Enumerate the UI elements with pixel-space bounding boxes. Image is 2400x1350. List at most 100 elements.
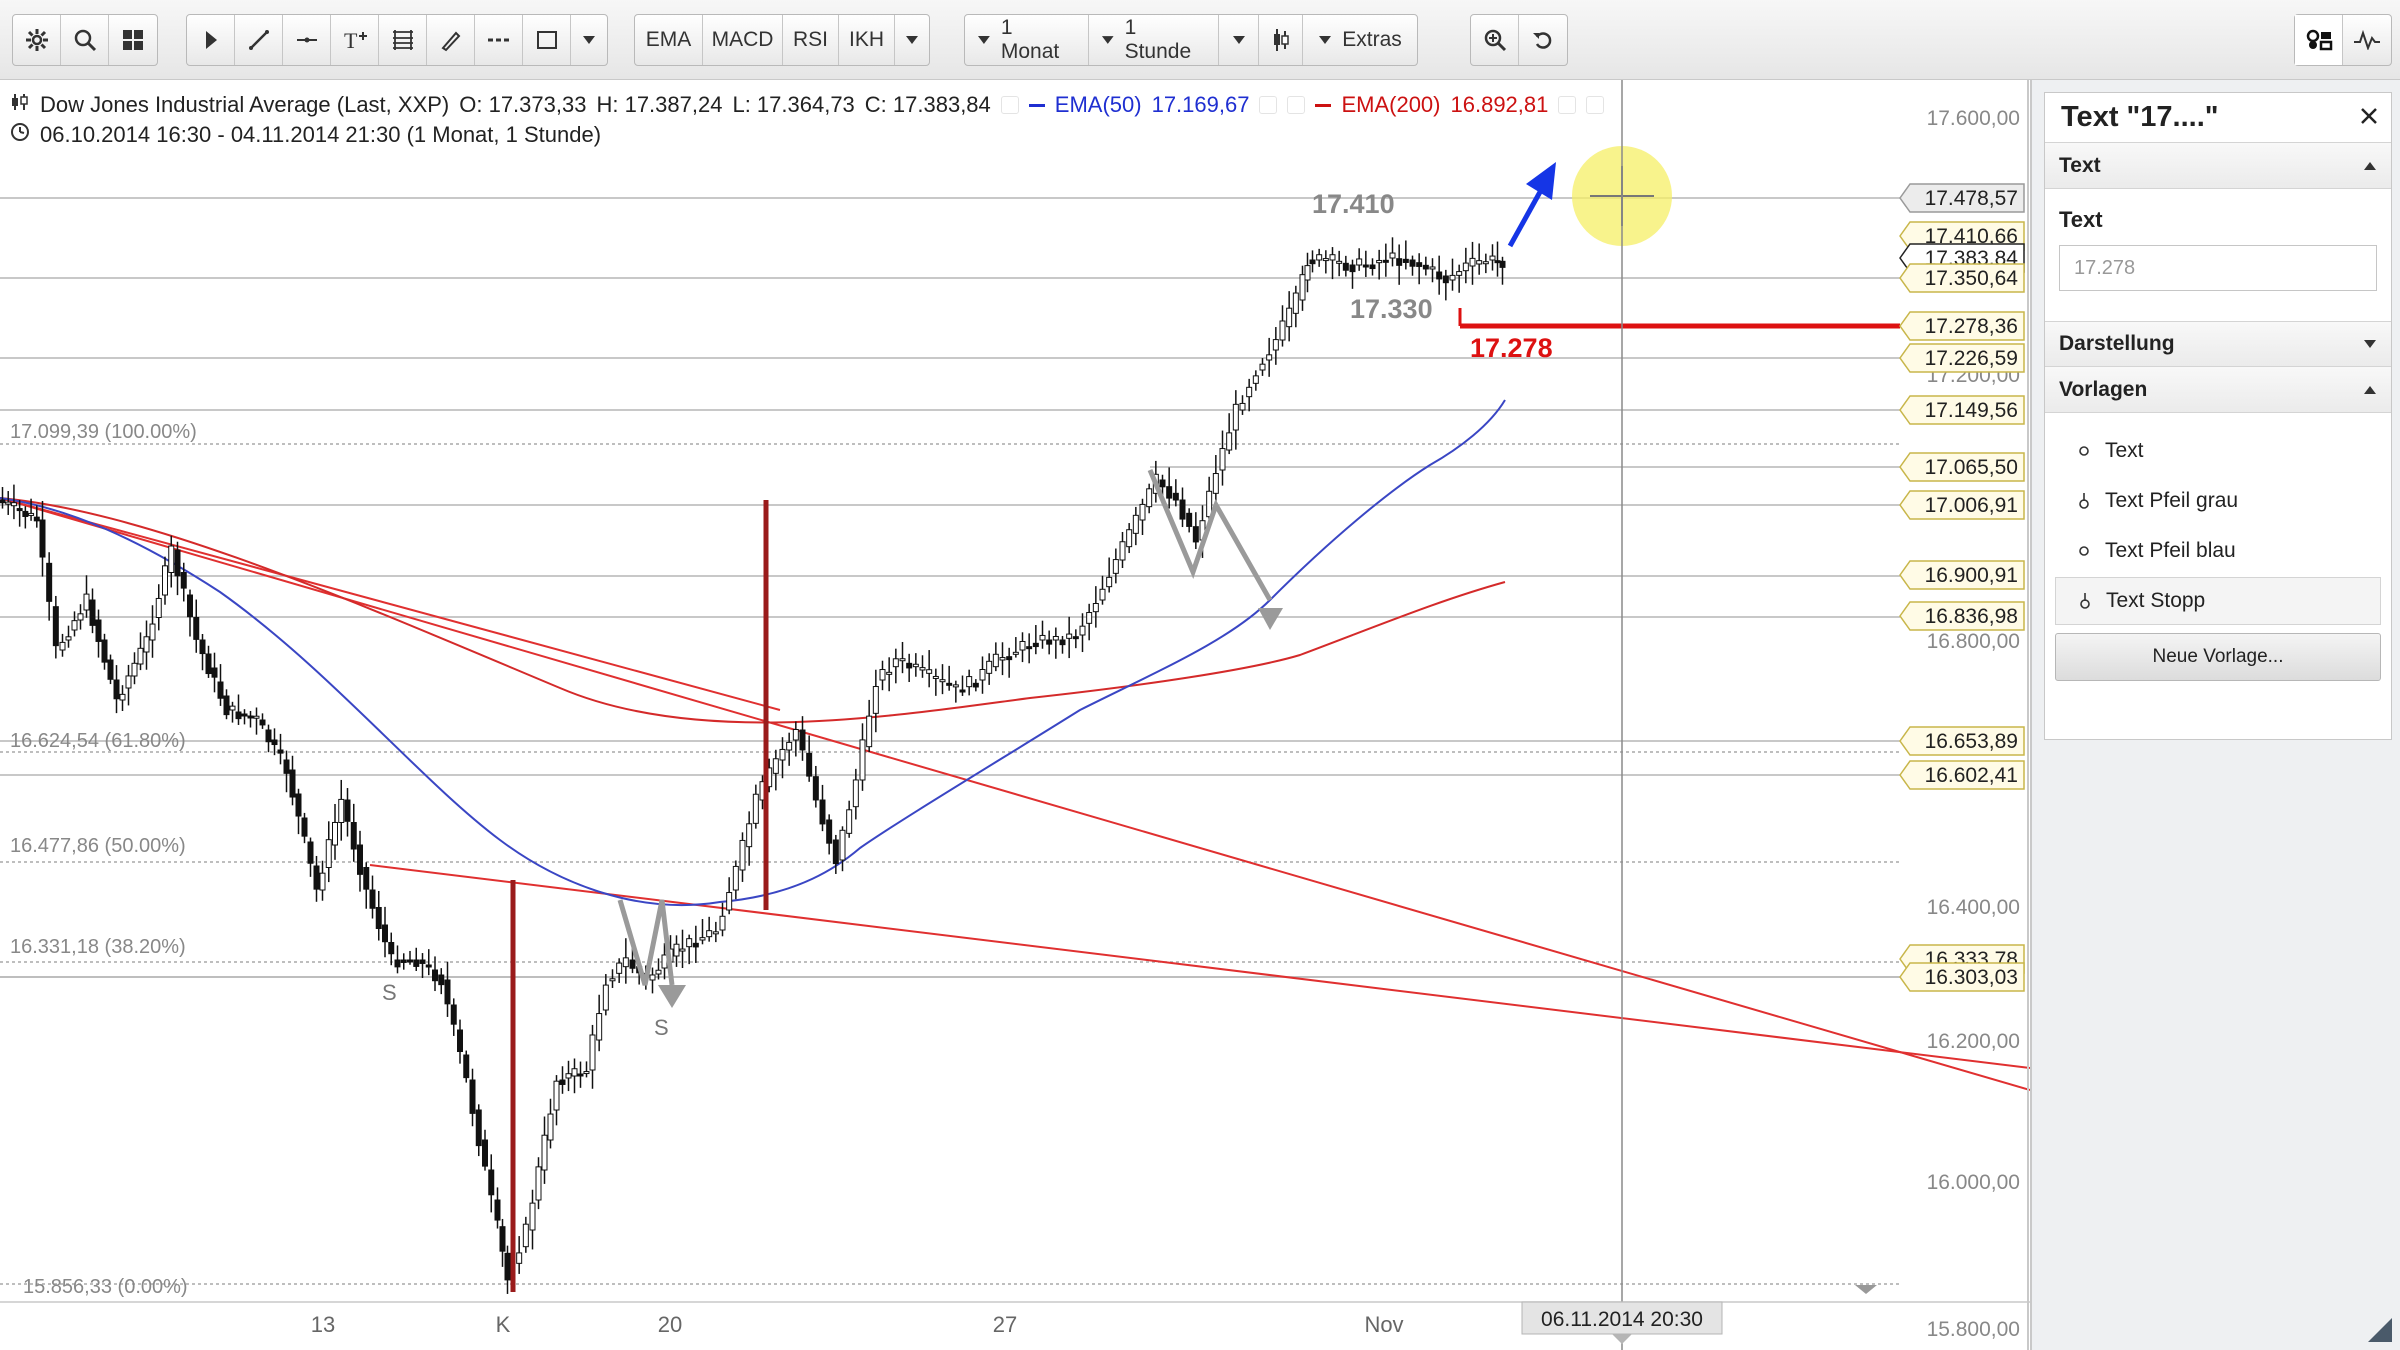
candle-body — [187, 594, 193, 618]
template-bullet-icon — [2077, 445, 2091, 457]
price-tag-label: 17.478,57 — [1925, 187, 2018, 210]
candle-body — [779, 748, 786, 761]
text-field-input[interactable] — [2059, 245, 2377, 291]
section-display-header[interactable]: Darstellung — [2045, 321, 2391, 367]
template-item-text-arrow-blue[interactable]: Text Pfeil blau — [2055, 527, 2381, 575]
cursor-icon[interactable] — [187, 15, 235, 65]
candle-body — [1012, 651, 1019, 655]
template-item-text-arrow-grey[interactable]: Text Pfeil grau — [2055, 477, 2381, 525]
candle-body — [516, 1252, 523, 1264]
indicator-more-chevron-icon[interactable] — [895, 15, 929, 65]
resize-grip-icon[interactable] — [2366, 1316, 2394, 1344]
pulse-indicator-icon[interactable] — [2343, 15, 2391, 65]
template-label: Text Pfeil blau — [2105, 539, 2236, 562]
interval-select[interactable]: 1 Stunde — [1089, 15, 1219, 65]
candle-body — [289, 769, 296, 798]
grey-arrow-head — [1258, 608, 1283, 630]
candle-body — [369, 889, 376, 909]
trendline-icon[interactable] — [235, 15, 283, 65]
candle-body — [350, 822, 357, 850]
candle-body — [1119, 541, 1126, 561]
close-icon[interactable] — [2359, 101, 2379, 134]
candle-body — [926, 669, 933, 674]
indicator-ikh-button[interactable]: IKH — [839, 15, 895, 65]
candles-icon[interactable] — [10, 92, 30, 118]
candle-body — [832, 839, 839, 865]
candle-body — [529, 1202, 536, 1231]
candle-body — [382, 924, 388, 943]
toolbar-group-view — [1470, 14, 1568, 66]
candle-body — [1462, 262, 1469, 272]
horizontal-line-icon[interactable] — [283, 15, 331, 65]
candle-body — [1132, 514, 1139, 534]
candle-body — [319, 872, 326, 891]
candle-body — [852, 779, 859, 808]
candle-body — [752, 793, 759, 824]
candle-body — [1469, 257, 1476, 267]
fib-label-100: 17.099,39 (100.00%) — [10, 421, 197, 443]
new-template-button[interactable]: Neue Vorlage... — [2055, 633, 2381, 681]
candle-body — [52, 606, 59, 647]
candle-body — [812, 776, 819, 801]
panel-title-bar: Text "17...." — [2045, 93, 2391, 143]
ema50-line — [0, 399, 1506, 906]
period-label: 1 Monat — [1000, 16, 1060, 63]
template-item-text[interactable]: Text — [2055, 427, 2381, 475]
rectangle-icon[interactable] — [523, 15, 571, 65]
chevron-up-icon — [2364, 385, 2376, 394]
candle-body — [577, 1073, 584, 1077]
section-templates-header[interactable]: Vorlagen — [2045, 367, 2391, 413]
candle-body — [1019, 640, 1026, 651]
indicator-rsi-button[interactable]: RSI — [783, 15, 839, 65]
indicator-ema-button[interactable]: EMA — [635, 15, 703, 65]
candle-body — [879, 669, 886, 681]
chart-type-chevron-icon[interactable] — [1219, 15, 1259, 65]
y-tick: 15.800,00 — [1927, 1318, 2020, 1341]
candle-body — [407, 959, 413, 963]
template-label: Text — [2105, 439, 2144, 462]
candle-body — [786, 741, 793, 751]
candle-body — [33, 516, 40, 522]
price-chart[interactable]: 17.410 17.330 17.278 S S 17.099,39 (100.… — [0, 80, 2030, 1350]
zoom-in-icon[interactable] — [1471, 15, 1519, 65]
chevron-down-icon[interactable] — [571, 15, 607, 65]
ema200-settings-icon[interactable] — [1558, 96, 1577, 114]
candle-body — [413, 959, 420, 967]
candle-body — [1356, 258, 1363, 266]
fibonacci-icon[interactable] — [379, 15, 427, 65]
template-item-text-stop[interactable]: Text Stopp — [2055, 577, 2381, 625]
candle-body — [259, 719, 266, 726]
text-tool-icon[interactable]: T — [331, 15, 379, 65]
grey-arrow-head — [658, 985, 686, 1008]
candle-body — [819, 799, 826, 825]
candle-body — [46, 562, 53, 602]
price-tag-label: 17.006,91 — [1925, 494, 2018, 517]
candle-body — [602, 984, 609, 1011]
candle-body — [375, 907, 382, 930]
section-text-header[interactable]: Text — [2045, 143, 2391, 189]
dashed-line-icon[interactable] — [475, 15, 523, 65]
layout-grid-icon[interactable] — [109, 15, 157, 65]
fib-label-382: 16.331,18 (38.20%) — [10, 936, 186, 958]
search-icon[interactable] — [61, 15, 109, 65]
candlestick-type-icon[interactable] — [1259, 15, 1303, 65]
settings-icon[interactable] — [13, 15, 61, 65]
candle-body — [571, 1068, 578, 1077]
candle-body — [986, 660, 993, 674]
panel-toggle-icon[interactable] — [2295, 15, 2343, 65]
brush-icon[interactable] — [427, 15, 475, 65]
ema200-remove-icon[interactable] — [1586, 96, 1605, 114]
undo-icon[interactable] — [1519, 15, 1567, 65]
extras-menu[interactable]: Extras — [1303, 15, 1417, 65]
ema50-settings-icon[interactable] — [1259, 96, 1278, 114]
candle-body — [596, 1013, 603, 1041]
period-select[interactable]: 1 Monat — [965, 15, 1089, 65]
candle-body — [999, 657, 1006, 661]
candle-body — [692, 942, 699, 948]
instrument-settings-icon[interactable] — [1000, 96, 1019, 114]
ema50-remove-icon[interactable] — [1287, 96, 1306, 114]
candle-body — [1172, 492, 1179, 501]
candle-body — [565, 1073, 572, 1079]
indicator-macd-button[interactable]: MACD — [703, 15, 783, 65]
chart-area[interactable]: 17.410 17.330 17.278 S S 17.099,39 (100.… — [0, 80, 2030, 1350]
